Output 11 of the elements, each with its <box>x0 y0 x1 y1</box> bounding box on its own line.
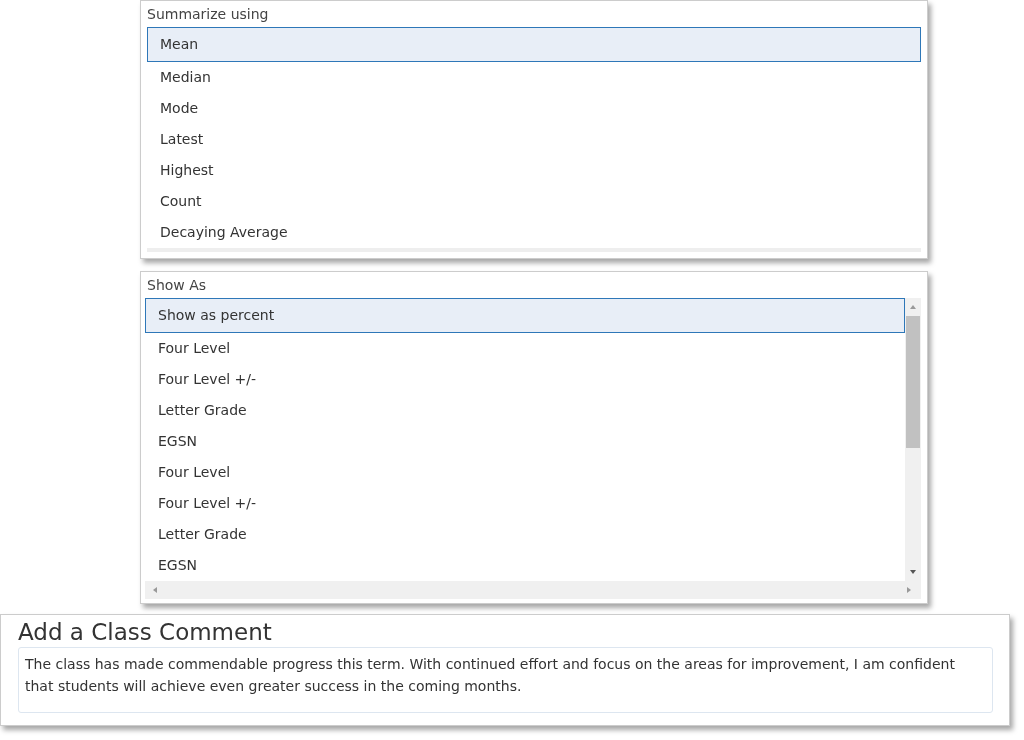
dropdown-label: Show As <box>146 276 208 295</box>
comment-field[interactable]: The class has made commendable progress this term. With continued effort and focus on the areas for improvement, I am confident that students will achieve even greater success in the coming months. <box>18 647 993 713</box>
scroll-right-icon[interactable] <box>905 586 913 594</box>
comment-heading: Add a Class Comment <box>18 619 273 646</box>
option-item[interactable]: Show as percent <box>145 298 905 333</box>
scroll-up-icon[interactable] <box>909 303 917 311</box>
scroll-thumb[interactable] <box>906 316 920 448</box>
option-item[interactable]: Mean <box>147 27 921 62</box>
dropdown-label: Summarize using <box>146 5 270 24</box>
scroll-left-icon[interactable] <box>151 586 159 594</box>
scroll-down-icon[interactable] <box>909 568 917 576</box>
